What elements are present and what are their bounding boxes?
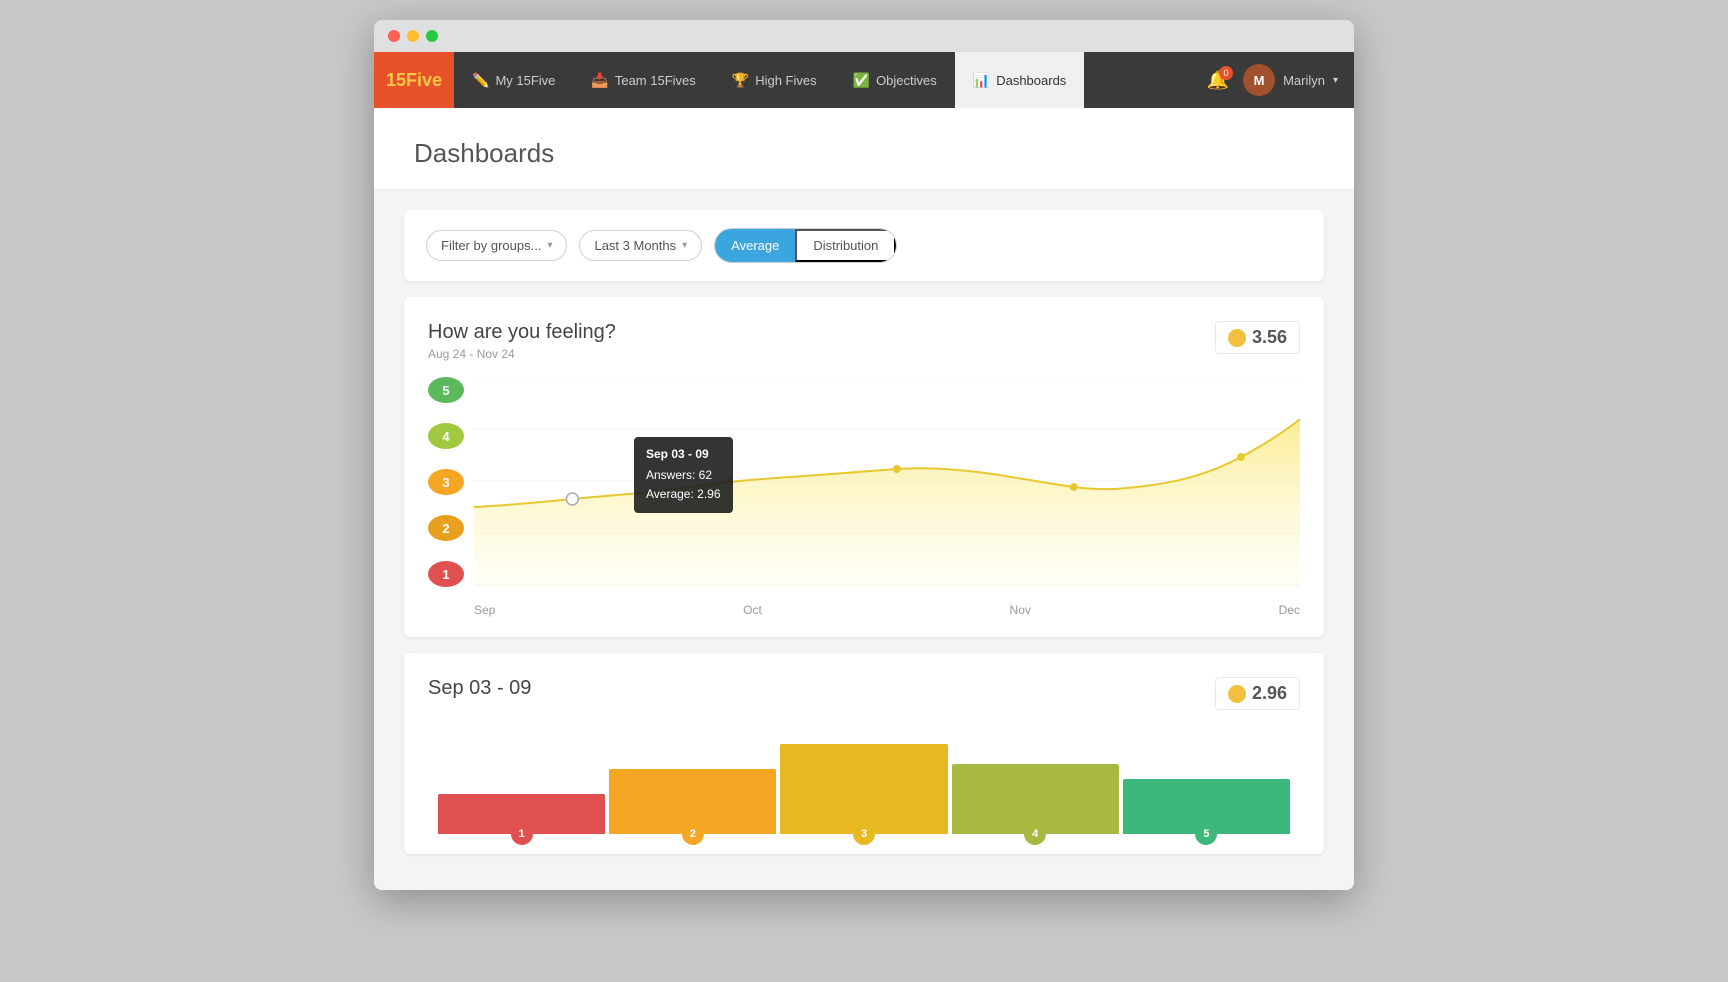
chart-area-fill (474, 419, 1300, 587)
chart-icon: 📊 (973, 72, 990, 89)
average-toggle[interactable]: Average (715, 229, 795, 262)
y-label-5: 5 (428, 377, 464, 403)
nav-item-highfives[interactable]: 🏆 High Fives (714, 52, 835, 108)
y-label-1: 1 (428, 561, 464, 587)
group-filter-select[interactable]: Filter by groups... ▾ (426, 230, 567, 261)
nav-item-my15five[interactable]: ✏️ My 15Five (454, 52, 573, 108)
chart-svg (474, 377, 1300, 587)
week-chart-card: Sep 03 - 09 2.96 1 (404, 653, 1324, 854)
score-badge: 3.56 (1215, 321, 1300, 354)
view-toggle: Average Distribution (714, 228, 897, 263)
bar-label-4: 4 (1024, 823, 1046, 845)
chart-dot (1070, 483, 1078, 491)
trophy-icon: 🏆 (732, 72, 749, 89)
check-icon: ✅ (853, 72, 870, 89)
chart-date: Aug 24 - Nov 24 (428, 347, 616, 361)
notification-badge: 0 (1219, 66, 1233, 80)
date-filter-select[interactable]: Last 3 Months ▾ (579, 230, 702, 261)
notification-button[interactable]: 🔔 0 (1207, 70, 1229, 91)
content-area: Filter by groups... ▾ Last 3 Months ▾ Av… (374, 190, 1354, 890)
title-bar (374, 20, 1354, 52)
filter-bar: Filter by groups... ▾ Last 3 Months ▾ Av… (404, 210, 1324, 281)
week-score-badge: 2.96 (1215, 677, 1300, 710)
week-score-value: 2.96 (1252, 683, 1287, 704)
user-menu[interactable]: M Marilyn ▾ (1243, 64, 1338, 96)
bar-col-4: 4 (952, 724, 1119, 834)
caret-icon: ▾ (682, 240, 687, 251)
pencil-icon: ✏️ (472, 72, 489, 89)
x-axis-labels: Sep Oct Nov Dec (474, 603, 1300, 617)
nav-item-team15fives[interactable]: 📥 Team 15Fives (573, 52, 713, 108)
line-chart: 5 4 3 2 1 (428, 377, 1300, 617)
close-button[interactable] (388, 30, 400, 42)
bar-label-1: 1 (511, 823, 533, 845)
chart-header: How are you feeling? Aug 24 - Nov 24 3.5… (428, 321, 1300, 361)
feeling-chart-card: How are you feeling? Aug 24 - Nov 24 3.5… (404, 297, 1324, 637)
nav-items: ✏️ My 15Five 📥 Team 15Fives 🏆 High Fives… (454, 52, 1207, 108)
nav-item-dashboards[interactable]: 📊 Dashboards (955, 52, 1085, 108)
y-axis: 5 4 3 2 1 (428, 377, 464, 587)
bar-label-3: 3 (853, 823, 875, 845)
chart-dot (1237, 453, 1245, 461)
nav-item-objectives[interactable]: ✅ Objectives (835, 52, 955, 108)
nav-right: 🔔 0 M Marilyn ▾ (1207, 64, 1354, 96)
chart-title-group: How are you feeling? Aug 24 - Nov 24 (428, 321, 616, 361)
score-dot (1228, 329, 1246, 347)
minimize-button[interactable] (407, 30, 419, 42)
avatar: M (1243, 64, 1275, 96)
week-score-dot (1228, 685, 1246, 703)
chart-title: How are you feeling? (428, 321, 616, 344)
bar-rect-3 (780, 744, 947, 834)
navbar: 15Five ✏️ My 15Five 📥 Team 15Fives 🏆 Hig… (374, 52, 1354, 108)
page-content: Dashboards Filter by groups... ▾ Last 3 … (374, 108, 1354, 890)
distribution-toggle[interactable]: Distribution (795, 229, 896, 262)
week-chart-title: Sep 03 - 09 (428, 677, 531, 700)
chart-plot: Sep 03 - 09 Answers: 62 Average: 2.96 (474, 377, 1300, 587)
x-label-sep: Sep (474, 603, 495, 617)
maximize-button[interactable] (426, 30, 438, 42)
x-label-nov: Nov (1010, 603, 1031, 617)
y-label-4: 4 (428, 423, 464, 449)
week-chart-header: Sep 03 - 09 2.96 (428, 677, 1300, 710)
x-label-oct: Oct (743, 603, 762, 617)
bar-label-2: 2 (682, 823, 704, 845)
x-label-dec: Dec (1279, 603, 1300, 617)
logo-text: 15Five (386, 70, 442, 91)
page-header: Dashboards (374, 108, 1354, 190)
chevron-down-icon: ▾ (1333, 75, 1338, 86)
score-value: 3.56 (1252, 327, 1287, 348)
bar-col-2: 2 (609, 724, 776, 834)
inbox-icon: 📥 (591, 72, 608, 89)
bar-label-5: 5 (1195, 823, 1217, 845)
app-window: 15Five ✏️ My 15Five 📥 Team 15Fives 🏆 Hig… (374, 20, 1354, 890)
tooltip-point (566, 493, 578, 505)
y-label-3: 3 (428, 469, 464, 495)
page-title: Dashboards (414, 138, 1314, 169)
chart-dot (726, 478, 734, 486)
bar-col-5: 5 (1123, 724, 1290, 834)
bar-chart: 1 2 3 (428, 714, 1300, 834)
logo[interactable]: 15Five (374, 52, 454, 108)
chart-dot (893, 465, 901, 473)
bar-col-3: 3 (780, 724, 947, 834)
bar-col-1: 1 (438, 724, 605, 834)
bars-container: 1 2 3 (428, 724, 1300, 834)
caret-icon: ▾ (547, 240, 552, 251)
y-label-2: 2 (428, 515, 464, 541)
